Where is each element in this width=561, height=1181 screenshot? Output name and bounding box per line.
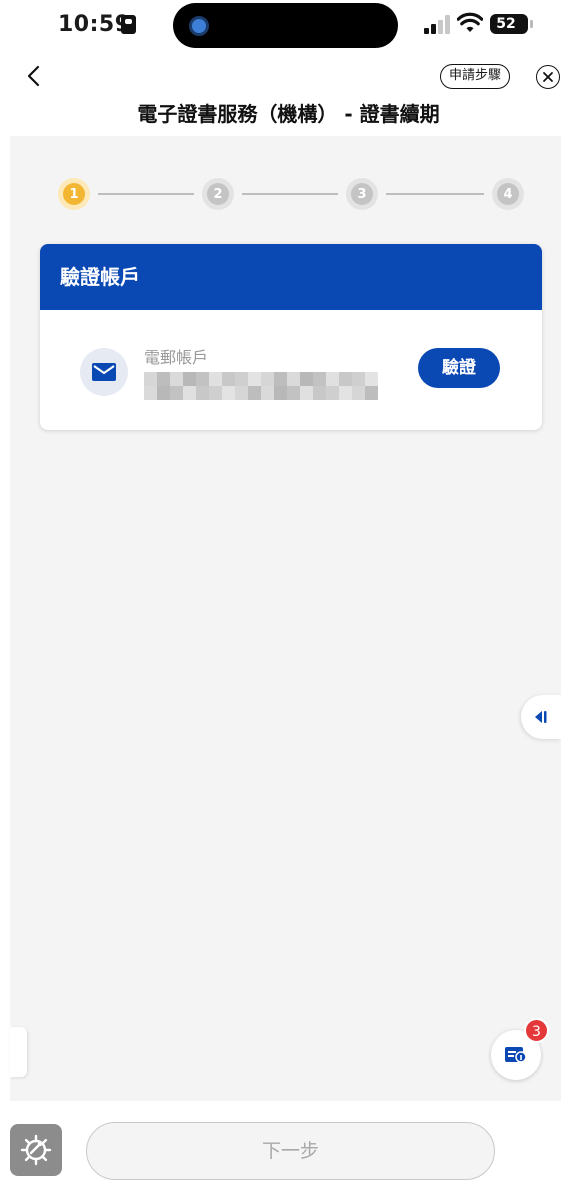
- battery-percentage: 52: [496, 16, 516, 32]
- redaction-block: [287, 386, 300, 400]
- settings-button[interactable]: [10, 1124, 62, 1176]
- status-bar: 10:59 52: [0, 0, 561, 52]
- status-time: 10:59: [58, 12, 131, 37]
- redaction-block: [248, 372, 261, 386]
- close-icon: [543, 72, 553, 82]
- collapse-left-icon: [535, 711, 547, 723]
- step-number: 2: [207, 183, 229, 205]
- redaction-block: [274, 386, 287, 400]
- step-3: 3: [346, 178, 378, 210]
- redaction-block: [339, 372, 352, 386]
- step-2: 2: [202, 178, 234, 210]
- redaction-block: [261, 386, 274, 400]
- redaction-block: [170, 372, 183, 386]
- redaction-block: [170, 386, 183, 400]
- next-step-button[interactable]: 下一步: [86, 1122, 495, 1180]
- chevron-left-icon: [27, 65, 40, 87]
- verify-button[interactable]: 驗證: [418, 348, 500, 388]
- battery-icon: 52: [490, 14, 528, 34]
- redaction-block: [352, 372, 365, 386]
- redaction-block: [326, 372, 339, 386]
- redaction-block: [261, 372, 274, 386]
- side-panel-toggle[interactable]: [521, 695, 561, 739]
- redaction-block: [196, 386, 209, 400]
- step-1: 1: [58, 178, 90, 210]
- progress-stepper: 1 2 3 4: [58, 178, 524, 210]
- redaction-block: [222, 386, 235, 400]
- card-title: 驗證帳戶: [40, 244, 542, 310]
- close-button[interactable]: [536, 65, 560, 89]
- wifi-icon: [457, 12, 483, 32]
- masked-email-value: [144, 372, 378, 400]
- redaction-block: [313, 386, 326, 400]
- email-account-label: 電郵帳戶: [144, 348, 209, 367]
- redaction-block: [300, 386, 313, 400]
- redaction-block: [144, 372, 157, 386]
- settings-gear-icon: [20, 1134, 52, 1166]
- mail-icon-container: [80, 348, 128, 396]
- redaction-block: [209, 386, 222, 400]
- step-connector: [98, 193, 194, 195]
- redaction-block: [287, 372, 300, 386]
- redaction-block: [209, 372, 222, 386]
- redaction-block: [183, 386, 196, 400]
- screen-record-icon: [189, 16, 209, 36]
- step-number: 3: [351, 183, 373, 205]
- redaction-block: [352, 386, 365, 400]
- redaction-block: [235, 372, 248, 386]
- left-edge-tab[interactable]: [10, 1027, 27, 1077]
- back-button[interactable]: [20, 62, 48, 90]
- redaction-block: [300, 372, 313, 386]
- redaction-block: [235, 386, 248, 400]
- id-card-icon: [121, 15, 136, 34]
- redaction-block: [144, 386, 157, 400]
- redaction-block: [196, 372, 209, 386]
- step-number: 4: [497, 183, 519, 205]
- notification-badge: 3: [524, 1018, 549, 1043]
- step-connector: [386, 193, 484, 195]
- redaction-block: [365, 372, 378, 386]
- redaction-block: [326, 386, 339, 400]
- step-connector: [242, 193, 338, 195]
- redaction-block: [248, 386, 261, 400]
- dynamic-island: [173, 3, 398, 48]
- application-steps-button[interactable]: 申請步驟: [440, 64, 511, 89]
- step-number: 1: [63, 183, 85, 205]
- redaction-block: [157, 386, 170, 400]
- page-title: 電子證書服務（機構） - 證書續期: [137, 102, 440, 126]
- battery-tip: [530, 20, 533, 28]
- redaction-block: [313, 372, 326, 386]
- signal-icon: [424, 14, 452, 34]
- redaction-block: [339, 386, 352, 400]
- mail-icon: [92, 363, 116, 381]
- redaction-block: [274, 372, 287, 386]
- redaction-block: [222, 372, 235, 386]
- redaction-block: [183, 372, 196, 386]
- redaction-block: [365, 386, 378, 400]
- step-4: 4: [492, 178, 524, 210]
- form-help-icon: [505, 1047, 527, 1063]
- redaction-block: [157, 372, 170, 386]
- verify-account-card: 驗證帳戶 電郵帳戶 驗證: [40, 244, 542, 430]
